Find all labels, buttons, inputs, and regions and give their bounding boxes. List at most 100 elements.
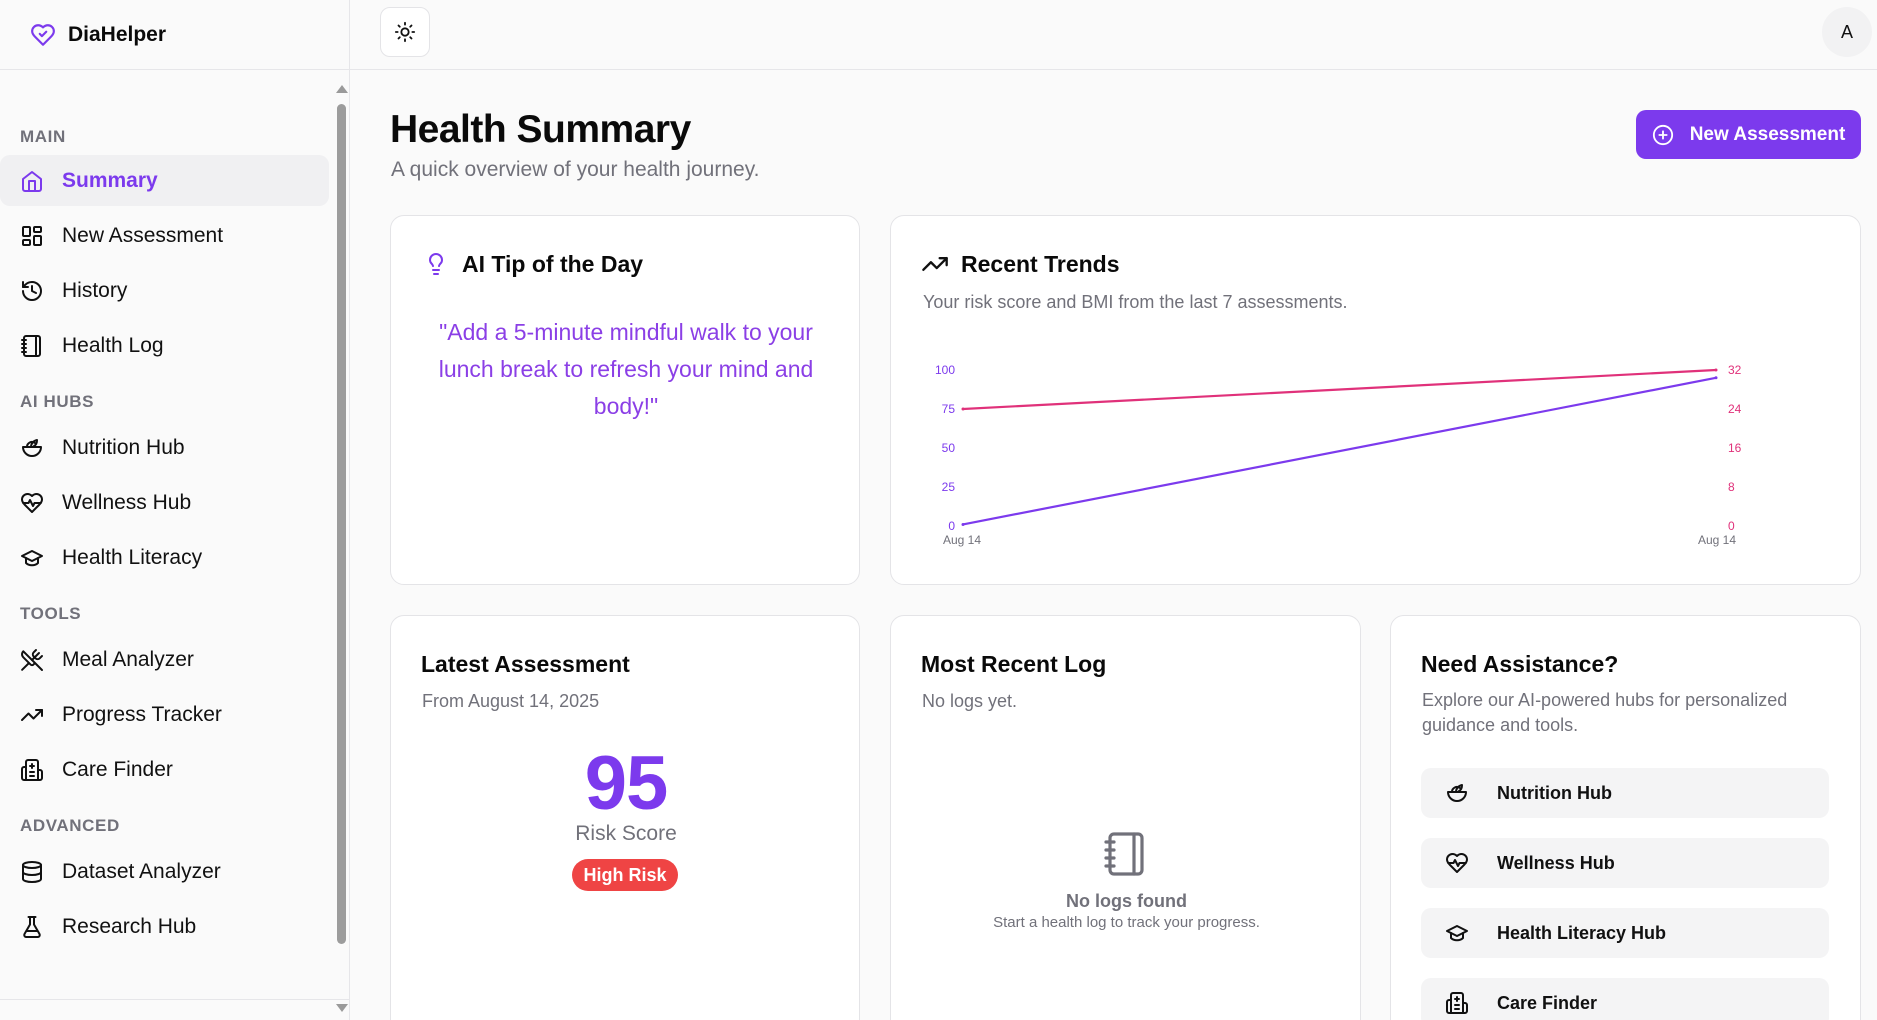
- sun-icon: [394, 21, 416, 43]
- heart-logo-icon: [30, 22, 56, 48]
- recent-trends-card: Recent Trends Your risk score and BMI fr…: [890, 215, 1861, 585]
- brand[interactable]: DiaHelper: [0, 0, 349, 70]
- theme-toggle-button[interactable]: [380, 7, 430, 57]
- recent-log-card: Most Recent Log No logs yet. No logs fou…: [890, 615, 1361, 1020]
- scrollbar-thumb[interactable]: [337, 104, 346, 944]
- risk-score-label: Risk Score: [575, 822, 677, 845]
- need-assistance-card: Need Assistance? Explore our AI-powered …: [1390, 615, 1861, 1020]
- sidebar-item-label: Health Log: [62, 333, 164, 357]
- health-literacy-hub-button[interactable]: Health Literacy Hub: [1421, 908, 1829, 958]
- sidebar-item-label: History: [62, 278, 128, 302]
- sidebar-item-label: Nutrition Hub: [62, 435, 185, 459]
- wellness-hub-button-label: Wellness Hub: [1497, 852, 1615, 873]
- sidebar-divider: [0, 999, 349, 1000]
- hospital-icon: [20, 758, 44, 782]
- nutrition-hub-button[interactable]: Nutrition Hub: [1421, 768, 1829, 818]
- utensils-crossed-icon: [20, 648, 44, 672]
- notebook-icon: [20, 334, 44, 358]
- y-left-tick-label: 75: [942, 402, 956, 416]
- lightbulb-icon: [424, 250, 448, 278]
- sidebar-item-label: Care Finder: [62, 757, 173, 781]
- latest-assessment-date: From August 14, 2025: [422, 691, 600, 711]
- trending-up-icon: [20, 703, 44, 727]
- nav-section-ai-hubs: AI HUBS: [20, 392, 95, 411]
- sidebar-item-dataset-analyzer[interactable]: Dataset Analyzer: [0, 846, 329, 897]
- health-literacy-hub-button-label: Health Literacy Hub: [1497, 922, 1667, 943]
- sidebar-item-meal-analyzer[interactable]: Meal Analyzer: [0, 634, 329, 685]
- sidebar-item-label: Research Hub: [62, 914, 197, 938]
- page-title: Health Summary: [390, 108, 691, 151]
- risk-level-badge: High Risk: [572, 859, 678, 891]
- sidebar-item-wellness-hub[interactable]: Wellness Hub: [0, 477, 329, 528]
- ai-tip-header: AI Tip of the Day: [424, 250, 643, 278]
- sidebar-item-summary[interactable]: Summary: [0, 155, 329, 206]
- risk-score-value: 95: [584, 741, 669, 826]
- sidebar-item-research-hub[interactable]: Research Hub: [0, 901, 329, 952]
- y-right-tick-label: 0: [1728, 519, 1735, 533]
- sidebar-item-history[interactable]: History: [0, 265, 329, 316]
- recent-log-title: Most Recent Log: [921, 651, 1107, 677]
- sidebar-item-new-assessment[interactable]: New Assessment: [0, 210, 329, 261]
- top-bar: A: [350, 0, 1877, 70]
- need-assistance-description: Explore our AI-powered hubs for personal…: [1422, 690, 1788, 735]
- ai-tip-text: "Add a 5-minute mindful walk to your lun…: [438, 319, 814, 419]
- sidebar-item-label: New Assessment: [62, 223, 224, 247]
- scroll-down-arrow-icon[interactable]: [336, 1004, 348, 1012]
- trending-up-icon: [921, 250, 949, 278]
- sidebar-item-label: Dataset Analyzer: [62, 859, 221, 883]
- care-finder-button[interactable]: Care Finder: [1421, 978, 1829, 1020]
- sidebar-item-label: Meal Analyzer: [62, 647, 194, 671]
- sidebar-item-label: Health Literacy: [62, 545, 203, 569]
- latest-assessment-title: Latest Assessment: [421, 651, 630, 677]
- x-tick-label: Aug 14: [943, 533, 981, 547]
- wellness-hub-button[interactable]: Wellness Hub: [1421, 838, 1829, 888]
- recent-trends-title: Recent Trends: [961, 250, 1120, 277]
- nav-section-advanced: ADVANCED: [20, 816, 120, 835]
- series-point-0: [961, 522, 965, 526]
- scroll-up-arrow-icon[interactable]: [336, 85, 348, 93]
- sidebar-item-care-finder[interactable]: Care Finder: [0, 744, 329, 795]
- nutrition-hub-button-label: Nutrition Hub: [1497, 782, 1612, 803]
- sidebar-item-health-log[interactable]: Health Log: [0, 320, 329, 371]
- sidebar-item-progress-tracker[interactable]: Progress Tracker: [0, 689, 329, 740]
- ai-tip-title: AI Tip of the Day: [462, 250, 644, 277]
- new-assessment-button-label: New Assessment: [1689, 123, 1846, 145]
- recent-trends-header: Recent Trends: [921, 250, 1120, 278]
- salad-icon: [20, 436, 44, 460]
- notebook-icon: [1102, 830, 1150, 878]
- plus-circle-icon: [1652, 124, 1674, 146]
- y-left-tick-label: 50: [942, 441, 956, 455]
- sidebar-nav: MAIN Summary New Assessment History Heal…: [0, 70, 349, 1000]
- graduation-cap-icon: [1445, 921, 1469, 945]
- recent-trends-description: Your risk score and BMI from the last 7 …: [923, 292, 1348, 312]
- y-left-tick-label: 0: [948, 519, 955, 533]
- sidebar: DiaHelper MAIN Summary New Assessment Hi…: [0, 0, 350, 1020]
- user-avatar[interactable]: A: [1822, 7, 1872, 57]
- y-right-tick-label: 8: [1728, 480, 1735, 494]
- dashboard-grid-icon: [20, 224, 44, 248]
- nav-section-tools: TOOLS: [20, 604, 82, 623]
- new-assessment-button[interactable]: New Assessment: [1636, 110, 1861, 159]
- sidebar-item-health-literacy[interactable]: Health Literacy: [0, 532, 329, 583]
- recent-log-subtitle: No logs yet.: [922, 691, 1018, 711]
- hospital-icon: [1445, 991, 1469, 1015]
- heart-pulse-icon: [20, 491, 44, 515]
- app-name: DiaHelper: [68, 22, 167, 46]
- y-right-tick-label: 32: [1728, 363, 1742, 377]
- ai-tip-card: AI Tip of the Day "Add a 5-minute mindfu…: [390, 215, 860, 585]
- x-tick-label: Aug 14: [1698, 533, 1736, 547]
- salad-icon: [1445, 781, 1469, 805]
- y-left-tick-label: 100: [935, 363, 955, 377]
- sidebar-item-nutrition-hub[interactable]: Nutrition Hub: [0, 422, 329, 473]
- trends-line-chart: 0 25 50 75 100 0 8 16 24 32 Aug 14 Aug 14: [935, 363, 1742, 547]
- y-left-tick-label: 25: [942, 480, 956, 494]
- series-line-1: [962, 368, 1717, 411]
- sidebar-scrollbar[interactable]: [336, 82, 348, 1012]
- history-icon: [20, 279, 44, 303]
- graduation-cap-icon: [20, 546, 44, 570]
- home-icon: [20, 169, 44, 193]
- series-line-0: [962, 376, 1717, 526]
- empty-state-text: Start a health log to track your progres…: [993, 914, 1260, 931]
- sidebar-item-label: Wellness Hub: [62, 490, 192, 514]
- series-point-0: [1714, 376, 1718, 380]
